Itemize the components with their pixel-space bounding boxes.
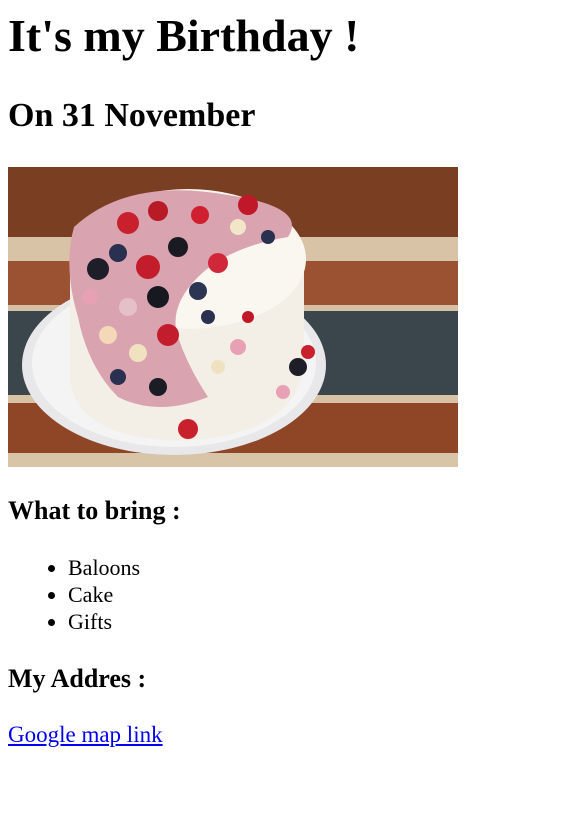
page-title: It's my Birthday !: [8, 10, 360, 61]
google-map-link[interactable]: Google map link: [8, 721, 163, 749]
list-item: Cake: [68, 581, 563, 608]
page: It's my Birthday ! On 31 November What t…: [0, 0, 571, 749]
list-item: Baloons: [68, 554, 563, 581]
bring-heading: What to bring :: [8, 496, 181, 525]
page-subtitle: On 31 November: [8, 97, 256, 134]
cake-image: [8, 167, 458, 467]
bring-list: Baloons Cake Gifts: [8, 554, 563, 635]
list-item: Gifts: [68, 608, 563, 635]
address-heading: My Addres :: [8, 664, 147, 693]
